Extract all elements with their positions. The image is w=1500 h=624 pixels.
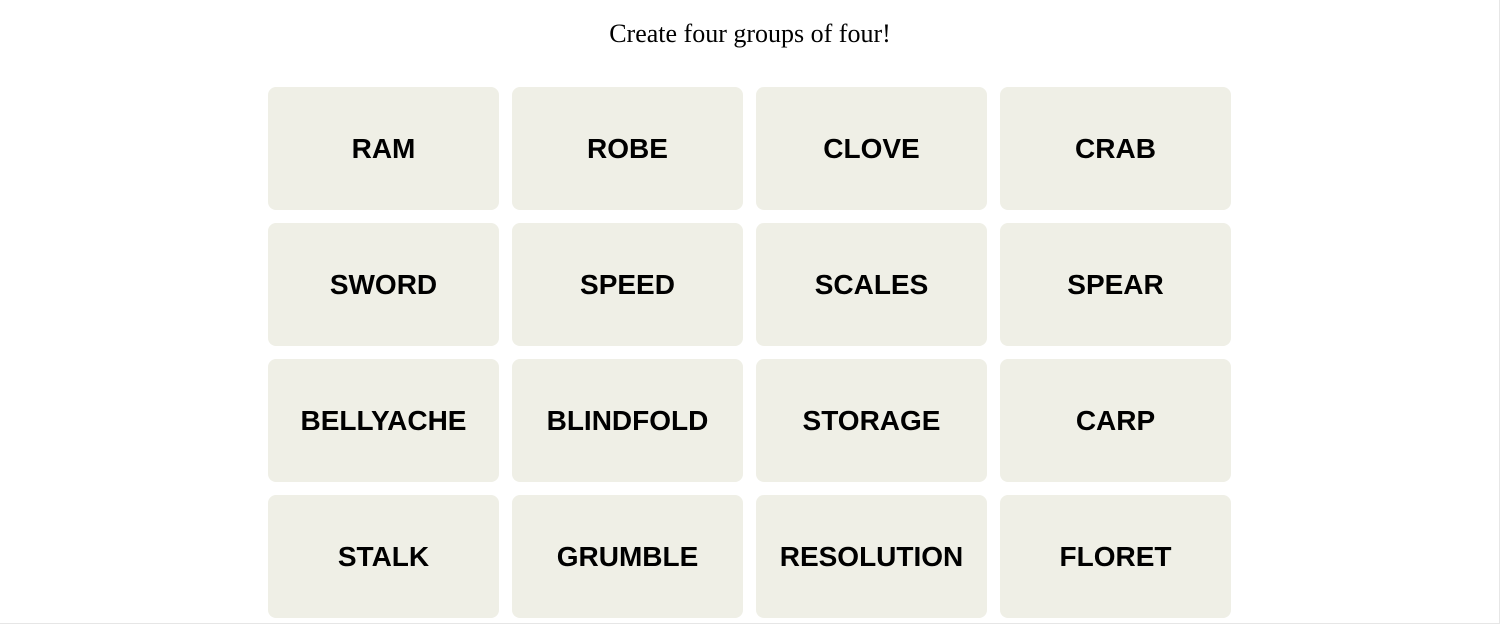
word-tile[interactable]: ROBE	[512, 87, 743, 210]
word-tile[interactable]: CARP	[1000, 359, 1231, 482]
word-tile[interactable]: SPEED	[512, 223, 743, 346]
word-tile[interactable]: STORAGE	[756, 359, 987, 482]
word-tile[interactable]: CRAB	[1000, 87, 1231, 210]
word-tile[interactable]: SWORD	[268, 223, 499, 346]
word-grid: RAM ROBE CLOVE CRAB SWORD SPEED SCALES S…	[268, 87, 1231, 618]
word-tile[interactable]: FLORET	[1000, 495, 1231, 618]
word-tile[interactable]: BLINDFOLD	[512, 359, 743, 482]
word-tile[interactable]: RESOLUTION	[756, 495, 987, 618]
word-tile[interactable]: RAM	[268, 87, 499, 210]
instructions-text: Create four groups of four!	[609, 19, 891, 48]
word-tile[interactable]: STALK	[268, 495, 499, 618]
word-tile[interactable]: GRUMBLE	[512, 495, 743, 618]
word-tile[interactable]: CLOVE	[756, 87, 987, 210]
word-tile[interactable]: SPEAR	[1000, 223, 1231, 346]
word-tile[interactable]: BELLYACHE	[268, 359, 499, 482]
word-tile[interactable]: SCALES	[756, 223, 987, 346]
